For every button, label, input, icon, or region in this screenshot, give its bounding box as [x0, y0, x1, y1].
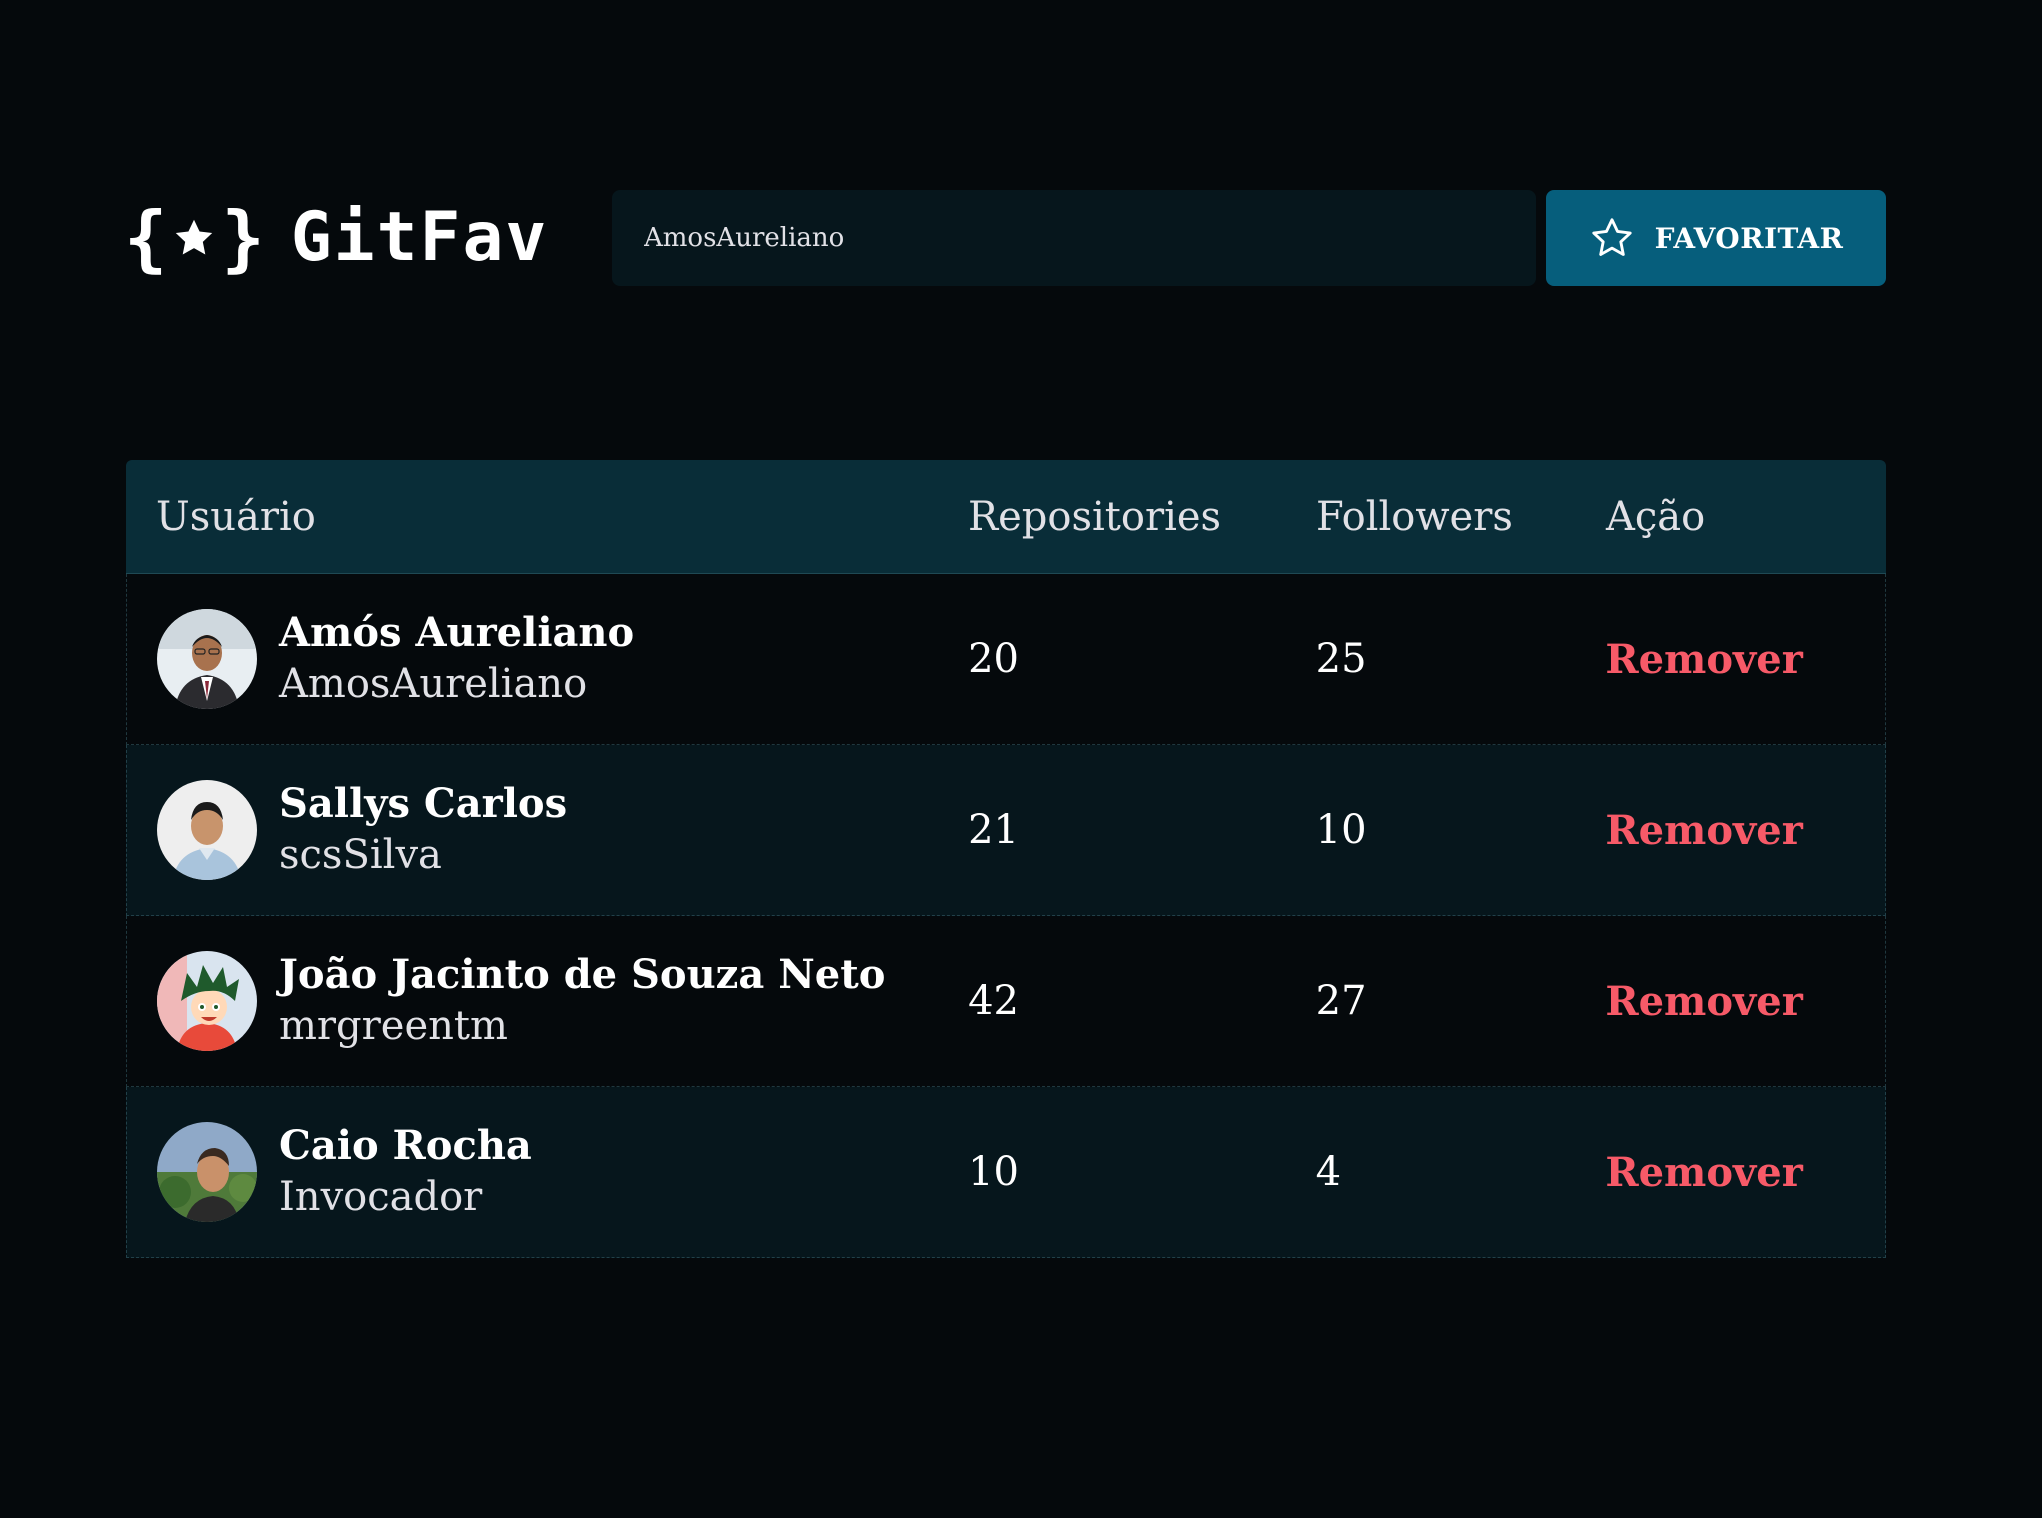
user-name: Caio Rocha: [279, 1122, 532, 1169]
user-name: João Jacinto de Souza Neto: [279, 951, 886, 998]
user-login: Invocador: [279, 1174, 483, 1220]
table-row: João Jacinto de Souza Neto mrgreentm 42 …: [126, 916, 1886, 1087]
user-cell: Caio Rocha Invocador: [127, 1121, 968, 1223]
header-repositories: Repositories: [968, 493, 1222, 540]
star-icon: [176, 219, 213, 255]
repositories-count: 20: [968, 636, 1019, 682]
repositories-count: 21: [968, 807, 1019, 853]
header-user: Usuário: [156, 493, 316, 540]
app-title: GitFav: [290, 198, 549, 277]
user-cell: Amós Aureliano AmosAureliano: [127, 608, 968, 710]
avatar[interactable]: [157, 1122, 257, 1222]
header-action: Ação: [1606, 493, 1706, 540]
user-login: AmosAureliano: [279, 661, 588, 707]
user-login: mrgreentm: [279, 1003, 508, 1049]
user-name: Sallys Carlos: [279, 780, 568, 827]
user-cell: Sallys Carlos scsSilva: [127, 779, 968, 881]
remove-button[interactable]: Remover: [1605, 807, 1802, 854]
logo-brace-close: }: [221, 196, 265, 280]
star-outline-icon: [1591, 218, 1632, 256]
user-info: Caio Rocha Invocador: [279, 1121, 532, 1223]
followers-count: 10: [1315, 807, 1367, 853]
table-row: Caio Rocha Invocador 10 4 Remover: [126, 1087, 1886, 1258]
header-followers: Followers: [1316, 493, 1513, 540]
avatar-image: [157, 780, 257, 880]
favorite-button[interactable]: FAVORITAR: [1546, 190, 1886, 286]
favorite-button-label: FAVORITAR: [1654, 221, 1844, 255]
user-info: Sallys Carlos scsSilva: [279, 779, 567, 881]
repositories-count: 10: [968, 1149, 1019, 1195]
avatar[interactable]: [157, 609, 257, 709]
repositories-count: 42: [968, 978, 1019, 1024]
user-name: Amós Aureliano: [279, 609, 635, 656]
remove-button[interactable]: Remover: [1605, 636, 1802, 683]
user-login: scsSilva: [279, 832, 442, 878]
table-header: Usuário Repositories Followers Ação: [126, 460, 1886, 574]
user-cell: João Jacinto de Souza Neto mrgreentm: [127, 950, 968, 1052]
avatar-image: [157, 609, 257, 709]
table-row: Amós Aureliano AmosAureliano 20 25 Remov…: [126, 574, 1886, 745]
favorites-table: Usuário Repositories Followers Ação Amós…: [126, 460, 1886, 1258]
followers-count: 25: [1315, 636, 1367, 682]
avatar-image: [157, 1122, 257, 1222]
user-info: João Jacinto de Souza Neto mrgreentm: [279, 950, 885, 1052]
app-root: { } GitFav FAVORITAR Usuário Repositorie…: [0, 0, 2042, 1518]
remove-button[interactable]: Remover: [1605, 978, 1802, 1025]
logo-brace-open: {: [124, 196, 168, 280]
table-row: Sallys Carlos scsSilva 21 10 Remover: [126, 745, 1886, 916]
logo: { } GitFav: [124, 198, 548, 278]
user-info: Amós Aureliano AmosAureliano: [279, 608, 634, 710]
remove-button[interactable]: Remover: [1605, 1149, 1802, 1196]
avatar[interactable]: [157, 780, 257, 880]
search-input[interactable]: [612, 190, 1536, 286]
avatar-image: [157, 951, 257, 1051]
followers-count: 4: [1315, 1149, 1342, 1195]
followers-count: 27: [1315, 978, 1367, 1024]
avatar[interactable]: [157, 951, 257, 1051]
